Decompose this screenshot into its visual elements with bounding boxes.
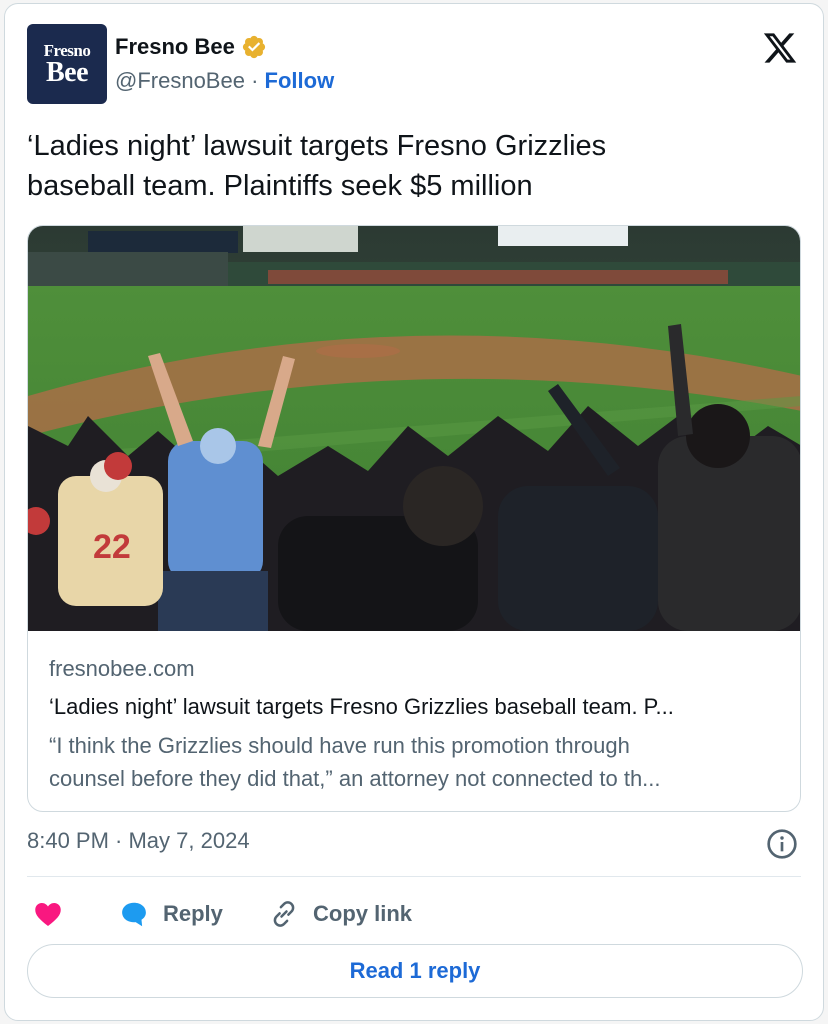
copy-link-button[interactable]: Copy link (269, 892, 412, 936)
link-preview-card[interactable]: 22 fresnobee.com ‘Ladies night’ lawsuit … (27, 225, 801, 812)
avatar-text-line2: Bee (45, 57, 89, 88)
speech-bubble-icon (122, 902, 146, 927)
svg-text:22: 22 (93, 528, 131, 566)
account-names: Fresno Bee @FresnoBee · Follow (115, 32, 334, 94)
x-logo-icon[interactable] (761, 30, 799, 66)
divider (27, 876, 801, 877)
follow-button[interactable]: Follow (265, 68, 335, 93)
account-handle[interactable]: @FresnoBee (115, 68, 245, 93)
link-domain: fresnobee.com (49, 656, 195, 681)
link-description-line1: “I think the Grizzlies should have run t… (49, 733, 630, 758)
link-preview-text: fresnobee.com ‘Ladies night’ lawsuit tar… (49, 656, 780, 795)
verified-badge-icon (242, 35, 265, 59)
tweet-embed-card: Fresno Bee Fresno Bee @FresnoBee · Follo… (4, 3, 824, 1021)
avatar[interactable]: Fresno Bee (27, 24, 107, 104)
tweet-header: Fresno Bee Fresno Bee @FresnoBee · Follo… (27, 24, 801, 106)
tweet-text-line2: baseball team. Plaintiffs seek $5 millio… (27, 170, 533, 202)
read-replies-button[interactable]: Read 1 reply (27, 944, 803, 998)
heart-icon (35, 903, 61, 926)
link-icon (273, 901, 295, 927)
separator-dot: · (251, 68, 259, 93)
baseball-stadium-photo[interactable]: 22 (28, 226, 801, 631)
reply-label: Reply (163, 901, 223, 926)
tweet-actions: Reply Copy link (27, 892, 787, 936)
copy-link-label: Copy link (313, 901, 413, 926)
link-description: “I think the Grizzlies should have run t… (49, 729, 780, 795)
reply-button[interactable]: Reply (119, 892, 223, 936)
tweet-timestamp[interactable]: 8:40 PM · May 7, 2024 (27, 828, 250, 854)
tweet-text: ‘Ladies night’ lawsuit targets Fresno Gr… (27, 126, 787, 206)
account-name[interactable]: Fresno Bee (115, 34, 235, 60)
info-icon[interactable] (766, 828, 798, 860)
link-title: ‘Ladies night’ lawsuit targets Fresno Gr… (49, 694, 674, 719)
tweet-text-line1: ‘Ladies night’ lawsuit targets Fresno Gr… (27, 130, 607, 162)
like-button[interactable] (33, 892, 63, 936)
link-description-line2: counsel before they did that,” an attorn… (49, 766, 661, 791)
